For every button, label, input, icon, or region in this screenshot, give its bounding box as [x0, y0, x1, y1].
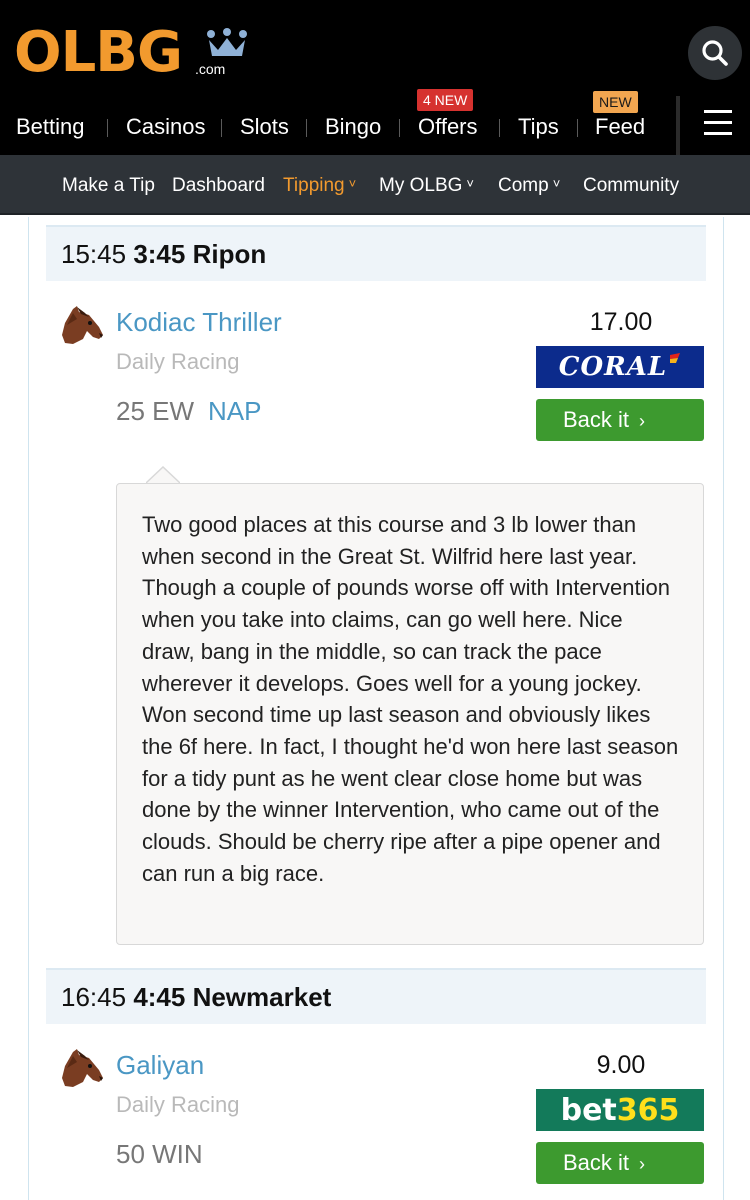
nav-item-feed[interactable]: Feed	[595, 110, 645, 144]
nav-divider	[399, 119, 400, 137]
subnav-make-a-tip[interactable]: Make a Tip	[62, 175, 155, 197]
stake-value: 25 EW	[116, 396, 195, 426]
chevron-right-icon: ›	[639, 411, 646, 431]
secondary-nav: Make a Tip Dashboard Tipping ˅ My OLBG ˅ C…	[0, 155, 750, 215]
logo-suffix: .com	[195, 61, 226, 77]
nav-item-slots[interactable]: Slots	[240, 110, 289, 144]
race-time: 15:45	[61, 239, 127, 269]
nav-item-betting[interactable]: Betting	[16, 110, 85, 144]
nav-item-bingo[interactable]: Bingo	[325, 110, 381, 144]
odds-value: 17.00	[589, 308, 653, 336]
logo-text: OLBG	[14, 20, 183, 85]
subnav-my-olbg[interactable]: My OLBG ˅	[379, 175, 474, 197]
hamburger-menu-icon	[704, 110, 732, 136]
stake-info: 25 EW NAP	[116, 396, 262, 427]
bookmaker-name-part: bet	[560, 1092, 617, 1128]
subnav-dashboard[interactable]: Dashboard	[172, 175, 265, 197]
chevron-down-icon: ˅	[466, 176, 474, 191]
back-it-button[interactable]: Back it ›	[536, 399, 704, 441]
nav-item-tips[interactable]: Tips	[518, 110, 559, 144]
search-button[interactable]	[688, 26, 742, 80]
subnav-my-olbg-label: My OLBG	[379, 175, 463, 196]
nav-divider	[306, 119, 307, 137]
tip-category: Daily Racing	[116, 349, 240, 374]
odds-value: 9.00	[596, 1051, 646, 1079]
race-header: 15:45 3:45 Ripon	[46, 225, 706, 281]
bookmaker-name: CORAL	[558, 352, 668, 382]
nav-item-offers[interactable]: Offers	[418, 110, 478, 144]
subnav-comp[interactable]: Comp ˅	[498, 175, 560, 197]
crown-icon	[207, 28, 247, 56]
back-it-button[interactable]: Back it ›	[536, 1142, 704, 1184]
coral-bookmaker-logo[interactable]: CORAL	[536, 346, 704, 388]
coral-flag-icon	[670, 353, 681, 363]
comment-pointer	[146, 466, 180, 484]
subnav-tipping[interactable]: Tipping ˅	[283, 175, 356, 197]
race-name[interactable]: 3:45 Ripon	[133, 239, 266, 269]
tip-comment: Two good places at this course and 3 lb …	[116, 483, 704, 945]
nav-divider	[499, 119, 500, 137]
horse-head-icon	[62, 1049, 103, 1087]
race-time: 16:45	[61, 982, 127, 1012]
horse-head-icon	[62, 306, 103, 344]
chevron-down-icon: ˅	[552, 176, 561, 191]
top-header: OLBG .com Betting Casinos Slots Bingo Of…	[0, 0, 750, 155]
subnav-tipping-label: Tipping	[283, 175, 345, 196]
nav-divider	[107, 119, 108, 137]
stake-value: 50 WIN	[116, 1139, 203, 1169]
chevron-right-icon: ›	[639, 1154, 646, 1174]
nap-label: NAP	[208, 396, 262, 426]
bookmaker-name-part: 365	[616, 1092, 680, 1128]
tip-comment-text: Two good places at this course and 3 lb …	[142, 512, 679, 886]
search-icon	[702, 40, 728, 66]
horse-name-link[interactable]: Kodiac Thriller	[116, 307, 282, 338]
nav-item-casinos[interactable]: Casinos	[126, 110, 205, 144]
race-name[interactable]: 4:45 Newmarket	[133, 982, 331, 1012]
nav-divider	[577, 119, 578, 137]
feed-new-badge: NEW	[593, 91, 638, 113]
bet365-bookmaker-logo[interactable]: bet 365	[536, 1089, 704, 1131]
main-nav: Betting Casinos Slots Bingo Offers Tips …	[0, 110, 690, 144]
back-it-label: Back it	[563, 407, 630, 432]
menu-button[interactable]	[676, 96, 750, 155]
olbg-logo[interactable]: OLBG .com	[14, 20, 247, 85]
offers-new-badge: 4 NEW	[417, 89, 474, 111]
race-header: 16:45 4:45 Newmarket	[46, 968, 706, 1024]
chevron-down-icon: ˅	[348, 176, 357, 191]
nav-divider	[221, 119, 222, 137]
tip-category: Daily Racing	[116, 1092, 240, 1117]
subnav-comp-label: Comp	[498, 175, 549, 196]
horse-name-link[interactable]: Galiyan	[116, 1050, 204, 1081]
back-it-label: Back it	[563, 1150, 630, 1175]
subnav-community[interactable]: Community	[583, 175, 679, 197]
tips-list: 15:45 3:45 Ripon Kodiac Thriller Daily R…	[28, 217, 724, 1200]
